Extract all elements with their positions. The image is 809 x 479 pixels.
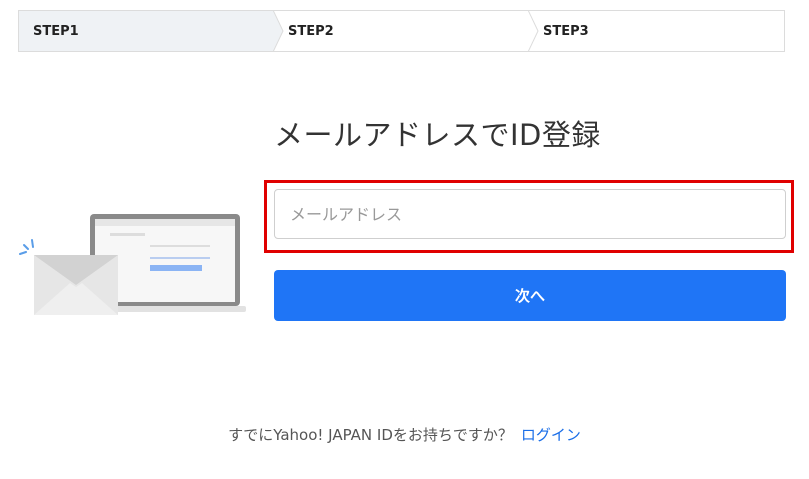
email-registration-illustration <box>19 214 246 315</box>
sparkle-icon <box>19 239 34 255</box>
next-button[interactable]: 次へ <box>274 270 786 321</box>
step-divider-icon <box>528 10 539 52</box>
step-2-label: STEP2 <box>288 23 334 39</box>
login-link[interactable]: ログイン <box>521 426 581 444</box>
login-question-text: すでにYahoo! JAPAN IDをお持ちですか？ <box>228 426 513 444</box>
email-input[interactable] <box>274 189 786 239</box>
step-1-label: STEP1 <box>33 23 79 39</box>
step-1: STEP1 <box>19 10 284 52</box>
page-title: メールアドレスでID登録 <box>274 118 601 152</box>
step-2: STEP2 <box>274 10 539 52</box>
step-divider-icon <box>273 10 284 52</box>
footer-login-prompt: すでにYahoo! JAPAN IDをお持ちですか？ ログイン <box>0 424 809 445</box>
step-progress-bar: STEP1 STEP2 STEP3 <box>18 10 785 52</box>
step-3: STEP3 <box>529 11 784 51</box>
step-3-label: STEP3 <box>543 23 589 39</box>
envelope-icon <box>34 255 118 315</box>
